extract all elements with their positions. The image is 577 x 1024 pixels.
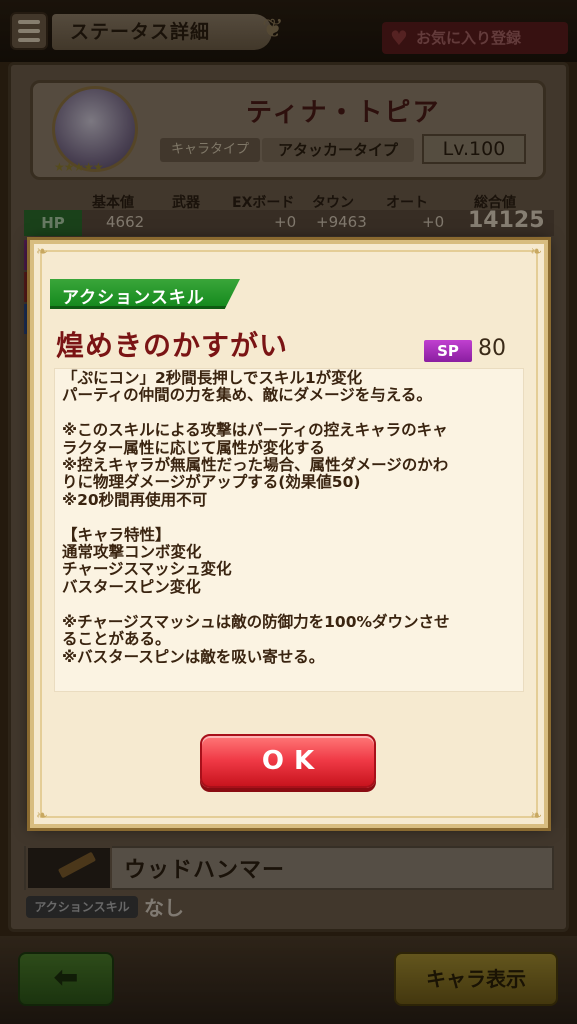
game-screen: ステータス詳細 ❦ ♥ お気に入り登録 ★★★★★ ティナ・トピア キャラタイプ… [0, 0, 577, 1024]
corner-ornament-icon: ❧ [530, 244, 542, 260]
ok-button[interactable]: OK [200, 734, 376, 788]
sp-value: 80 [478, 336, 506, 361]
corner-ornament-icon: ❧ [36, 244, 48, 260]
sp-badge: SP [424, 340, 472, 362]
skill-tag-label: アクションスキル [62, 288, 205, 308]
skill-name: 煌めきのかすがい [56, 329, 289, 362]
skill-description: 「ぷにコン」2秒間長押しでスキル1が変化 パーティの仲間の力を集め、敵にダメージ… [62, 369, 450, 666]
corner-ornament-icon: ❧ [36, 808, 48, 824]
corner-ornament-icon: ❧ [530, 808, 542, 824]
